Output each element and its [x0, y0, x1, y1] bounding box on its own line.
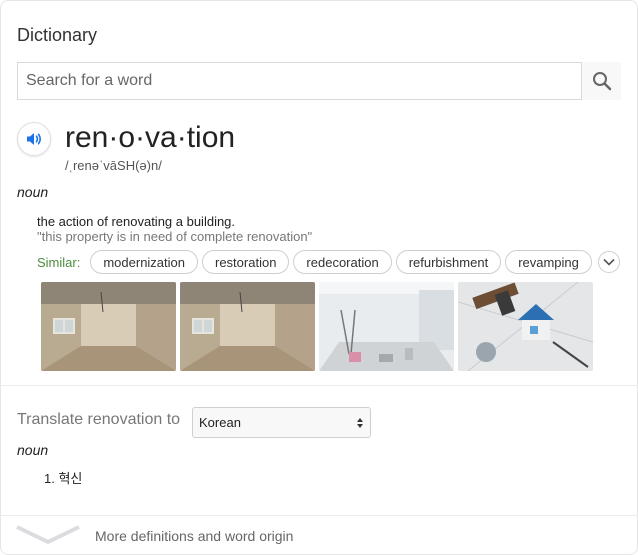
similar-chip-revamping[interactable]: revamping — [505, 250, 592, 274]
chevron-down-icon — [603, 258, 615, 266]
search-button[interactable] — [581, 62, 621, 100]
similar-chip-modernization[interactable]: modernization — [90, 250, 198, 274]
house-model-tools-image[interactable] — [458, 282, 593, 371]
more-definitions-label: More definitions and word origin — [95, 528, 294, 544]
dictionary-card: Dictionary ren·o·va·tion /ˌrenəˈvāSH(ə)n… — [0, 0, 638, 555]
image-strip — [41, 282, 593, 371]
card-title: Dictionary — [17, 25, 98, 45]
similar-chip-restoration[interactable]: restoration — [202, 250, 290, 274]
translation-part-of-speech: noun — [17, 442, 49, 458]
renovated-room-image[interactable] — [180, 282, 315, 371]
select-arrows-icon — [356, 417, 364, 429]
definition: the action of renovating a building. — [37, 214, 236, 229]
similar-label: Similar: — [37, 254, 81, 270]
renovated-room-image[interactable] — [41, 282, 176, 371]
search-icon — [592, 72, 611, 91]
translate-label: Translate renovation to — [17, 411, 181, 428]
expand-similar-button[interactable] — [597, 251, 620, 273]
search-input[interactable] — [18, 63, 581, 99]
chevron-down-icon — [16, 525, 80, 544]
search-bar — [17, 62, 621, 100]
headword: ren·o·va·tion — [65, 121, 236, 154]
section-divider — [1, 385, 637, 386]
language-select[interactable]: Korean — [192, 407, 371, 438]
phonetic-spelling: /ˌrenəˈvāSH(ə)n/ — [65, 158, 162, 173]
similar-words: Similar: modernization restoration redec… — [37, 249, 620, 275]
part-of-speech: noun — [17, 184, 49, 200]
similar-chip-refurbishment[interactable]: refurbishment — [395, 250, 502, 274]
speaker-icon — [27, 133, 41, 145]
pronunciation-button[interactable] — [17, 122, 51, 156]
selected-language: Korean — [199, 415, 241, 430]
translation-item: 1. 혁신 — [44, 471, 83, 486]
similar-chip-redecoration[interactable]: redecoration — [293, 250, 392, 274]
example-sentence: "this property is in need of complete re… — [37, 229, 313, 244]
more-definitions-link[interactable]: More definitions and word origin — [1, 516, 637, 554]
white-room-renovation-image[interactable] — [319, 282, 454, 371]
